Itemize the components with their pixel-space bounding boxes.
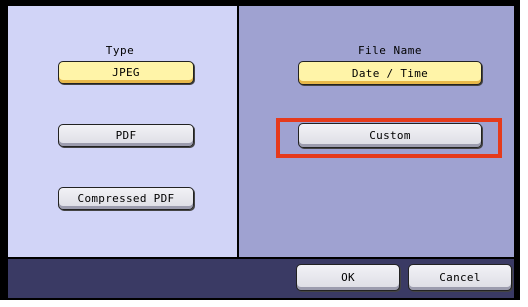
type-jpeg-button[interactable]: JPEG: [58, 61, 194, 84]
type-compressed-pdf-button[interactable]: Compressed PDF: [58, 187, 194, 210]
type-label: Type: [105, 44, 135, 57]
cancel-button[interactable]: Cancel: [408, 264, 512, 291]
filename-label: File Name: [357, 44, 423, 57]
dialog-frame: Type JPEG PDF Compressed PDF File Name D…: [0, 0, 520, 300]
filename-datetime-button[interactable]: Date / Time: [298, 61, 482, 85]
type-pdf-button[interactable]: PDF: [58, 124, 194, 147]
filename-custom-button[interactable]: Custom: [298, 123, 482, 148]
ok-button[interactable]: OK: [296, 264, 400, 291]
